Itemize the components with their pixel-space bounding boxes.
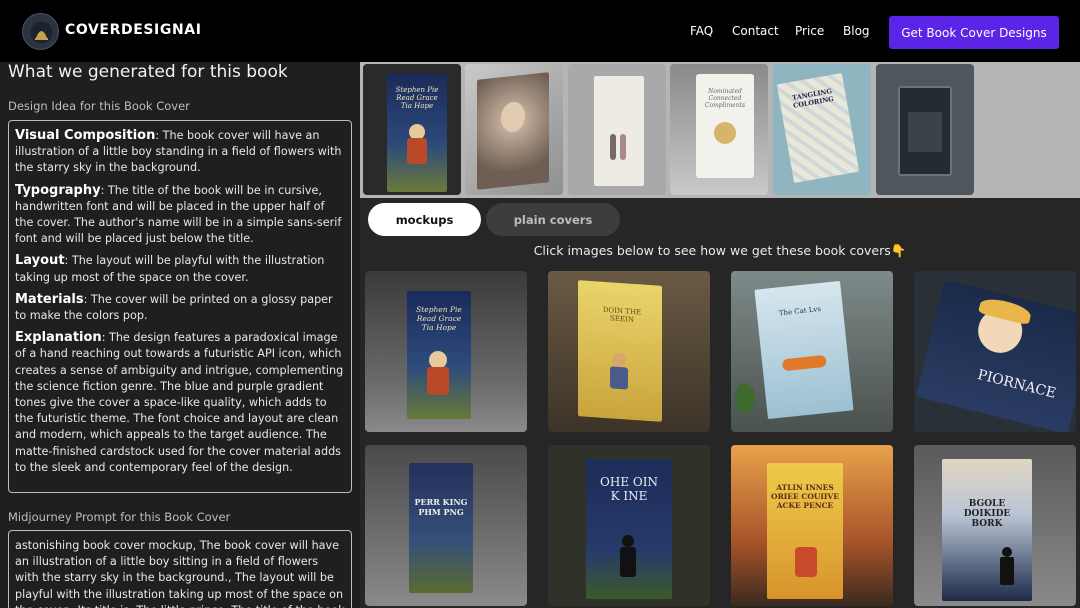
cover-title-text: ATLIN INNES ORIEE COUIIVE ACKE PENCE (771, 483, 839, 510)
strip-thumbnail[interactable]: TANGLING COLORING (773, 64, 871, 195)
strip-thumbnail[interactable] (876, 64, 974, 195)
cover-title-text: BGOLE DOIKIDE BORK (963, 499, 1011, 529)
mockup-image[interactable]: PERR KING PHM PNG (365, 445, 527, 606)
generated-covers-strip: Stephen Pie Read Grace Tia Hope Nominate… (360, 62, 1080, 198)
tab-mockups[interactable]: mockups (368, 203, 481, 236)
mockup-image[interactable]: ATLIN INNES ORIEE COUIIVE ACKE PENCE (731, 445, 893, 606)
logo-icon[interactable] (22, 13, 59, 50)
book-cover-image: OHE OIN K INE (586, 459, 672, 599)
mockup-image[interactable]: PIORNACE (914, 271, 1076, 432)
book-cover-image: Nominated Connected Compliments (696, 74, 754, 178)
nav-contact-link[interactable]: Contact (732, 24, 779, 38)
book-cover-image: PERR KING PHM PNG (409, 463, 473, 593)
idea-explanation: Explanation: The design features a parad… (15, 330, 344, 474)
mockup-image[interactable]: DOIN THE SEEIN (548, 271, 710, 432)
tab-plain-covers[interactable]: plain covers (486, 203, 620, 236)
nav-blog-link[interactable]: Blog (843, 24, 870, 38)
gallery-hint-text: Click images below to see how we get the… (533, 243, 907, 258)
mockup-image[interactable]: BGOLE DOIKIDE BORK (914, 445, 1076, 606)
strip-thumbnail[interactable]: Stephen Pie Read Grace Tia Hope (363, 64, 461, 195)
mockup-image[interactable]: OHE OIN K INE (548, 445, 710, 606)
midjourney-prompt-label: Midjourney Prompt for this Book Cover (8, 510, 231, 524)
cover-title-text: Stephen Pie Read Grace Tia Hope (395, 86, 439, 110)
cover-title-text: Nominated Connected Compliments (704, 88, 746, 109)
idea-typography: Typography: The title of the book will b… (15, 182, 342, 246)
book-cover-image: The Cat Lvs (754, 280, 854, 420)
cover-title-text: The Cat Lvs (778, 305, 822, 318)
book-cover-image: BGOLE DOIKIDE BORK (942, 459, 1032, 601)
get-book-cover-designs-button[interactable]: Get Book Cover Designs (889, 16, 1059, 49)
strip-thumbnail[interactable]: Nominated Connected Compliments (670, 64, 768, 195)
nav-price-link[interactable]: Price (795, 24, 824, 38)
design-idea-label: Design Idea for this Book Cover (8, 99, 190, 113)
book-cover-image: PIORNACE (915, 279, 1076, 432)
cover-title-text: Stephen Pie Read Grace Tia Hope (416, 305, 462, 332)
brand-name[interactable]: COVERDESIGNAI (65, 22, 202, 38)
generation-details-panel: What we generated for this book Design I… (0, 62, 360, 608)
book-cover-image: Stephen Pie Read Grace Tia Hope (387, 74, 447, 192)
covers-gallery-panel: Stephen Pie Read Grace Tia Hope Nominate… (360, 62, 1080, 608)
book-cover-image: TANGLING COLORING (776, 73, 860, 183)
book-cover-image (594, 76, 644, 186)
idea-visual-composition: Visual Composition: The book cover will … (15, 128, 342, 175)
book-cover-image (898, 86, 952, 176)
cover-title-text: PIORNACE (975, 366, 1058, 402)
idea-materials: Materials: The cover will be printed on … (15, 291, 333, 323)
book-cover-image: ATLIN INNES ORIEE COUIIVE ACKE PENCE (767, 463, 843, 599)
midjourney-prompt-box: astonishing book cover mockup, The book … (8, 530, 352, 608)
page-title: What we generated for this book (8, 62, 288, 82)
design-idea-box: Visual Composition: The book cover will … (8, 120, 352, 493)
strip-thumbnail[interactable] (465, 64, 563, 195)
nav-faq-link[interactable]: FAQ (690, 24, 713, 38)
book-cover-image: DOIN THE SEEIN (578, 280, 662, 422)
mockup-image[interactable]: The Cat Lvs (731, 271, 893, 432)
book-cover-image: Stephen Pie Read Grace Tia Hope (407, 291, 471, 419)
top-navigation-bar: COVERDESIGNAI FAQ Contact Price Blog Get… (0, 0, 1080, 62)
idea-layout: Layout: The layout will be playful with … (15, 253, 325, 284)
mockup-image[interactable]: Stephen Pie Read Grace Tia Hope (365, 271, 527, 432)
cover-title-text: TANGLING COLORING (791, 87, 835, 110)
strip-thumbnail[interactable] (568, 64, 666, 195)
cover-title-text: DOIN THE SEEIN (602, 305, 642, 324)
cover-title-text: OHE OIN K INE (600, 475, 658, 503)
book-cover-image (477, 72, 549, 190)
cover-title-text: PERR KING PHM PNG (414, 497, 468, 517)
